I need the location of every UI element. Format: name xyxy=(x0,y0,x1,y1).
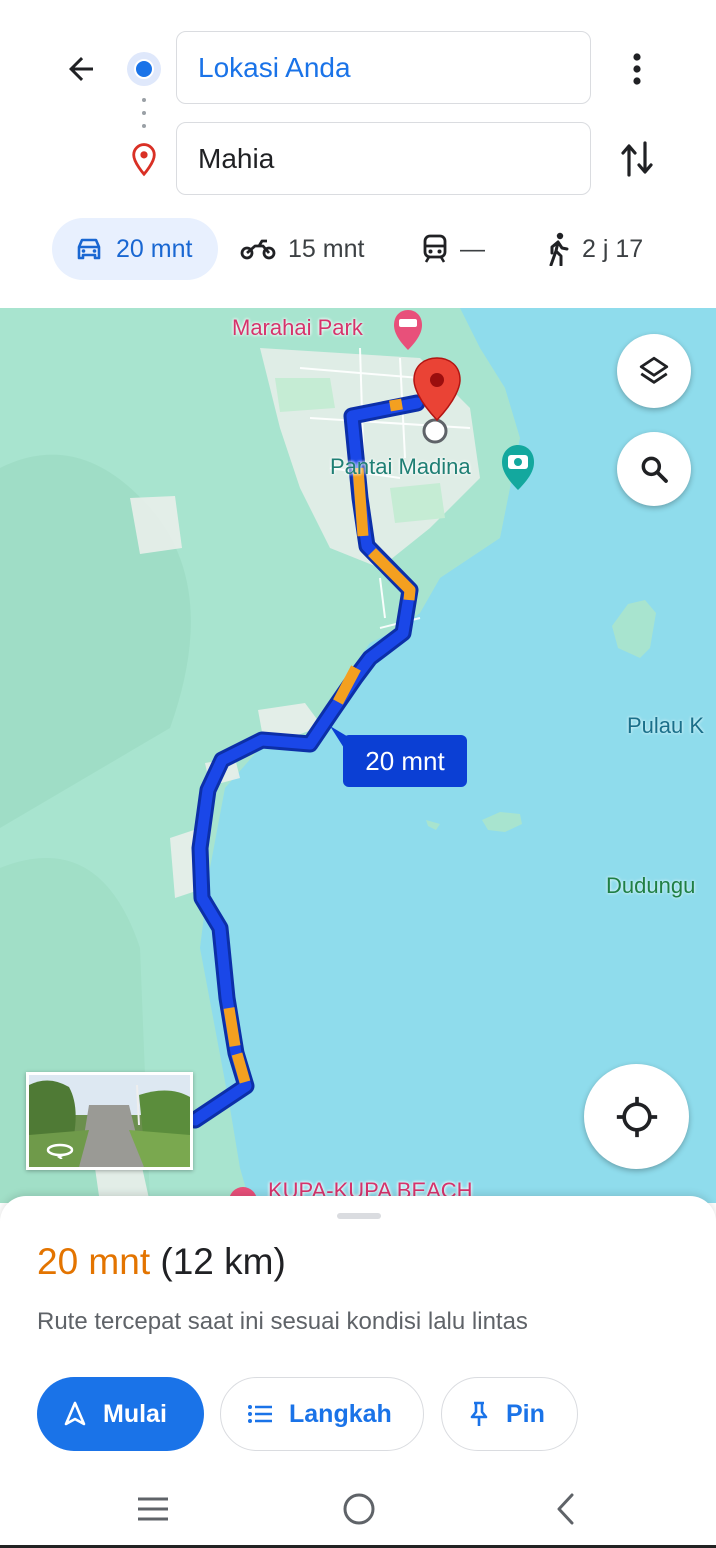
list-icon xyxy=(247,1404,273,1424)
mode-transit-label: — xyxy=(460,234,485,263)
maps-directions-screen: Lokasi Anda Mahia 20 mnt 15 mnt — 2 j 17… xyxy=(0,0,716,1548)
motorcycle-icon xyxy=(240,238,276,260)
start-navigation-button[interactable]: Mulai xyxy=(37,1377,204,1451)
system-navigation-bar xyxy=(0,1470,716,1548)
mode-car-label: 20 mnt xyxy=(116,234,193,263)
pin-route-button[interactable]: Pin xyxy=(441,1377,578,1451)
destination-field-value: Mahia xyxy=(198,142,275,174)
walk-icon xyxy=(546,232,570,266)
origin-field[interactable]: Lokasi Anda xyxy=(176,31,591,104)
directions-header: Lokasi Anda Mahia 20 mnt 15 mnt — 2 j 17 xyxy=(0,0,716,308)
steps-label: Langkah xyxy=(289,1399,392,1428)
gps-crosshair-icon xyxy=(616,1096,657,1137)
recents-button[interactable] xyxy=(123,1486,183,1532)
mode-tab-car[interactable]: 20 mnt xyxy=(52,218,218,280)
origin-field-value: Lokasi Anda xyxy=(198,51,351,83)
swap-vert-icon xyxy=(621,141,653,177)
place-pin-icon xyxy=(132,143,156,177)
start-navigation-label: Mulai xyxy=(103,1399,167,1428)
travel-mode-tabs: 20 mnt 15 mnt — 2 j 17 xyxy=(0,218,716,282)
home-button[interactable] xyxy=(329,1486,389,1532)
search-along-route-button[interactable] xyxy=(617,432,691,506)
route-connector-dots xyxy=(141,98,147,128)
route-eta-bubble[interactable]: 20 mnt xyxy=(343,735,467,787)
train-icon xyxy=(422,234,448,264)
route-summary: 20 mnt (12 km) xyxy=(37,1241,286,1283)
more-options-button[interactable] xyxy=(614,46,660,92)
chevron-left-icon xyxy=(557,1493,574,1525)
mode-tab-walk[interactable]: 2 j 17 xyxy=(546,218,643,280)
system-back-button[interactable] xyxy=(536,1486,596,1532)
mode-walk-label: 2 j 17 xyxy=(582,234,644,263)
route-duration: 20 mnt xyxy=(37,1241,151,1282)
my-location-dot-icon xyxy=(127,52,161,86)
pin-label: Pin xyxy=(506,1399,545,1428)
route-description: Rute tercepat saat ini sesuai kondisi la… xyxy=(37,1308,528,1335)
mode-motorcycle-label: 15 mnt xyxy=(288,234,365,263)
street-view-thumbnail[interactable] xyxy=(26,1072,193,1170)
recents-icon xyxy=(138,1497,168,1521)
swap-route-button[interactable] xyxy=(612,134,662,184)
back-button[interactable] xyxy=(58,46,104,92)
more-vert-icon xyxy=(633,53,641,85)
steps-button[interactable]: Langkah xyxy=(220,1377,424,1451)
map-label-pantai-madina[interactable]: Pantai Madina xyxy=(330,454,471,480)
navigation-arrow-icon xyxy=(63,1401,87,1427)
car-icon xyxy=(74,236,104,262)
map-label-dudungu[interactable]: Dudungu xyxy=(606,873,695,899)
rotate-360-icon xyxy=(46,1143,74,1159)
arrow-back-icon xyxy=(69,57,93,81)
my-location-button[interactable] xyxy=(584,1064,689,1169)
home-circle-icon xyxy=(343,1493,375,1525)
mode-tab-transit[interactable]: — xyxy=(422,218,485,280)
search-icon xyxy=(641,456,668,483)
map-label-pulau[interactable]: Pulau K xyxy=(627,713,704,739)
mode-tab-motorcycle[interactable]: 15 mnt xyxy=(240,218,364,280)
route-distance: (12 km) xyxy=(160,1241,286,1282)
map-label-marahai-park[interactable]: Marahai Park xyxy=(232,315,363,341)
map-view[interactable]: Marahai Park Pantai Madina Pulau K Dudun… xyxy=(0,308,716,1203)
layers-icon xyxy=(639,356,669,384)
pushpin-icon xyxy=(468,1400,490,1428)
destination-field[interactable]: Mahia xyxy=(176,122,591,195)
drag-handle[interactable] xyxy=(337,1213,381,1219)
map-layers-button[interactable] xyxy=(617,334,691,408)
